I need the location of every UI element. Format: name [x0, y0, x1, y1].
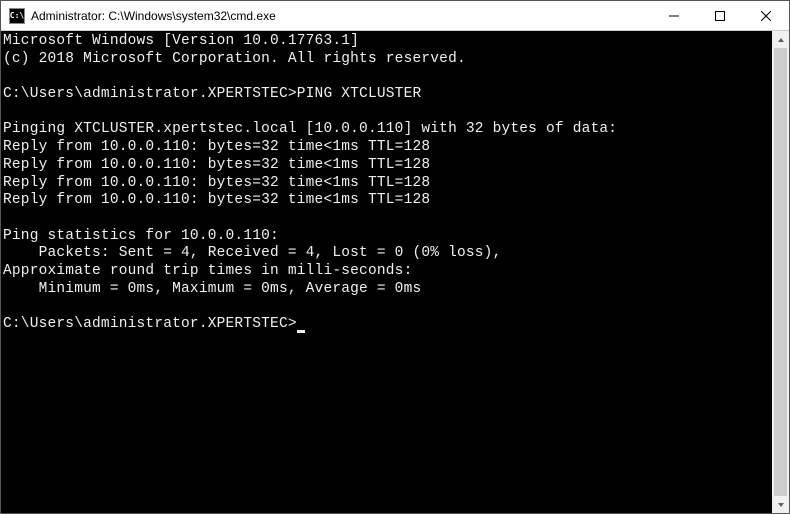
os-version-line: Microsoft Windows [Version 10.0.17763.1]: [3, 33, 359, 49]
prompt-path: C:\Users\administrator.XPERTSTEC>: [3, 316, 297, 332]
scroll-track[interactable]: [772, 48, 789, 496]
window-title: Administrator: C:\Windows\system32\cmd.e…: [31, 9, 651, 23]
ping-reply: Reply from 10.0.0.110: bytes=32 time<1ms…: [3, 139, 430, 155]
cursor: [297, 330, 305, 333]
ping-reply: Reply from 10.0.0.110: bytes=32 time<1ms…: [3, 157, 430, 173]
stats-header: Ping statistics for 10.0.0.110:: [3, 228, 279, 244]
scroll-down-button[interactable]: [772, 496, 789, 513]
cmd-icon: C:\: [9, 8, 25, 24]
copyright-line: (c) 2018 Microsoft Corporation. All righ…: [3, 51, 466, 67]
terminal-wrapper: Microsoft Windows [Version 10.0.17763.1]…: [1, 31, 789, 513]
close-button[interactable]: [743, 1, 789, 30]
maximize-button[interactable]: [697, 1, 743, 30]
cmd-icon-text: C:\: [10, 11, 24, 20]
vertical-scrollbar[interactable]: [772, 31, 789, 513]
stats-rtt-header: Approximate round trip times in milli-se…: [3, 263, 412, 279]
minimize-button[interactable]: [651, 1, 697, 30]
scroll-thumb[interactable]: [774, 48, 787, 496]
terminal-output[interactable]: Microsoft Windows [Version 10.0.17763.1]…: [1, 31, 772, 513]
scroll-up-button[interactable]: [772, 31, 789, 48]
ping-header: Pinging XTCLUSTER.xpertstec.local [10.0.…: [3, 121, 617, 137]
stats-packets: Packets: Sent = 4, Received = 4, Lost = …: [3, 245, 501, 261]
prompt-path: C:\Users\administrator.XPERTSTEC>: [3, 86, 297, 102]
window-controls: [651, 1, 789, 30]
titlebar[interactable]: C:\ Administrator: C:\Windows\system32\c…: [1, 1, 789, 31]
command-text: PING XTCLUSTER: [297, 86, 422, 102]
ping-reply: Reply from 10.0.0.110: bytes=32 time<1ms…: [3, 175, 430, 191]
stats-rtt: Minimum = 0ms, Maximum = 0ms, Average = …: [3, 281, 421, 297]
ping-reply: Reply from 10.0.0.110: bytes=32 time<1ms…: [3, 192, 430, 208]
